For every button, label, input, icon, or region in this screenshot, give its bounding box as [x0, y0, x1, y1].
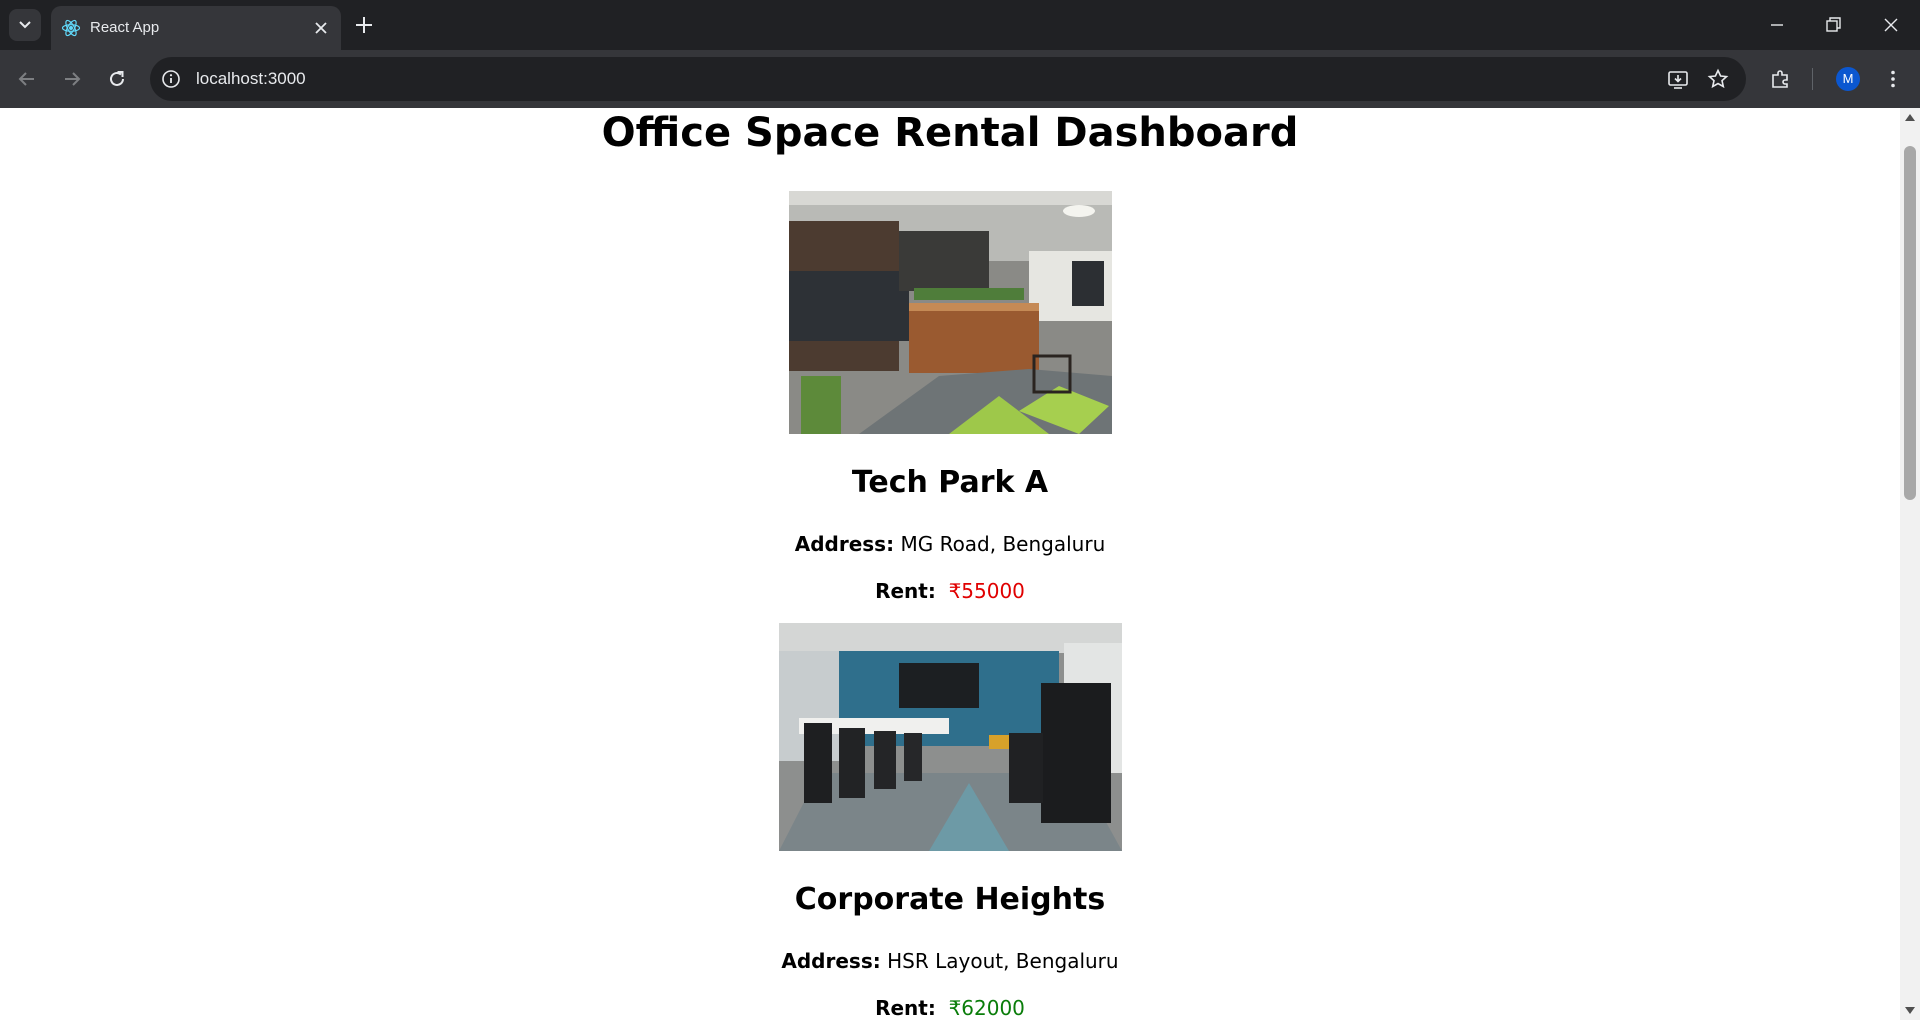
- install-app-icon[interactable]: [1666, 67, 1690, 91]
- address-value: HSR Layout, Bengaluru: [887, 949, 1119, 973]
- office-interior-image: [789, 191, 1112, 434]
- reload-icon[interactable]: [104, 66, 130, 92]
- url-text[interactable]: localhost:3000: [196, 69, 306, 89]
- bookmark-star-icon[interactable]: [1706, 67, 1730, 91]
- rent-value: ₹55000: [948, 579, 1025, 603]
- page-viewport: Office Space Rental Dashboard Tech Park …: [0, 108, 1920, 1020]
- more-menu-icon[interactable]: [1880, 66, 1906, 92]
- scrollbar-thumb[interactable]: [1904, 146, 1916, 500]
- address-label: Address:: [781, 949, 881, 973]
- browser-toolbar: localhost:3000 M: [0, 50, 1920, 108]
- office-rent: Rent: ₹62000: [0, 996, 1900, 1020]
- scroll-up-arrow-icon[interactable]: [1904, 112, 1916, 122]
- tab-title: React App: [90, 19, 160, 36]
- extensions-puzzle-icon[interactable]: [1768, 66, 1794, 92]
- tab-strip: React App: [0, 0, 1920, 50]
- office-photo-corporate-heights: [779, 623, 1122, 851]
- address-value: MG Road, Bengaluru: [900, 532, 1106, 556]
- office-name: Tech Park A: [851, 465, 1049, 500]
- rent-value: ₹62000: [948, 996, 1025, 1020]
- forward-arrow-icon[interactable]: [59, 66, 85, 92]
- rent-label: Rent:: [875, 579, 936, 603]
- office-address: Address: HSR Layout, Bengaluru: [0, 949, 1900, 973]
- office-address: Address: MG Road, Bengaluru: [0, 532, 1900, 556]
- close-window-icon[interactable]: [1878, 12, 1904, 38]
- site-info-icon[interactable]: [160, 68, 182, 90]
- toolbar-divider: [1812, 68, 1813, 90]
- react-logo-icon: [61, 19, 81, 37]
- browser-tab[interactable]: React App: [51, 6, 341, 50]
- office-name: Corporate Heights: [794, 882, 1106, 917]
- minimize-icon[interactable]: [1764, 12, 1790, 38]
- address-bar[interactable]: localhost:3000: [150, 57, 1746, 101]
- restore-icon[interactable]: [1820, 12, 1846, 38]
- rent-label: Rent:: [875, 996, 936, 1020]
- chevron-down-icon: [19, 21, 31, 29]
- page-title: Office Space Rental Dashboard: [601, 110, 1299, 156]
- new-tab-icon[interactable]: [353, 14, 375, 36]
- tab-search-button[interactable]: [9, 9, 41, 41]
- scroll-down-arrow-icon[interactable]: [1904, 1006, 1916, 1016]
- office-interior-image: [779, 623, 1122, 851]
- vertical-scrollbar[interactable]: [1900, 108, 1920, 1020]
- profile-avatar[interactable]: M: [1836, 67, 1860, 91]
- address-label: Address:: [794, 532, 895, 556]
- office-rent: Rent: ₹55000: [0, 579, 1900, 603]
- back-arrow-icon[interactable]: [14, 66, 40, 92]
- dashboard-page: Office Space Rental Dashboard Tech Park …: [0, 108, 1900, 1020]
- close-tab-icon[interactable]: [311, 18, 331, 38]
- office-photo-tech-park-a: [789, 191, 1112, 434]
